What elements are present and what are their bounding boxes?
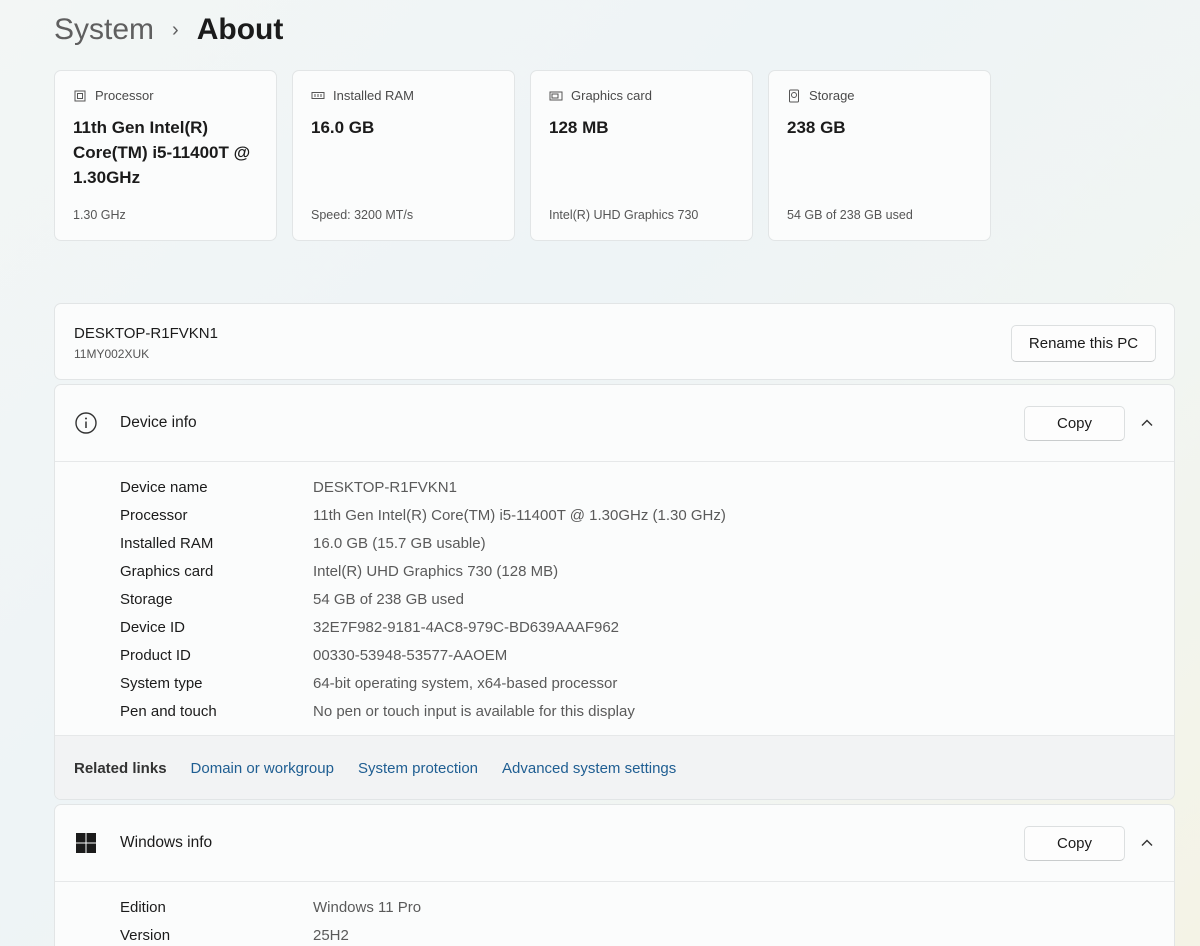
info-row: Version 25H2 bbox=[55, 921, 1174, 946]
page-title: About bbox=[196, 13, 284, 46]
card-sub: Intel(R) UHD Graphics 730 bbox=[549, 208, 699, 222]
info-value: 32E7F982-9181-4AC8-979C-BD639AAAF962 bbox=[313, 618, 620, 636]
info-value: Intel(R) UHD Graphics 730 (128 MB) bbox=[313, 562, 559, 580]
cpu-icon bbox=[74, 90, 86, 101]
device-info-rows: Device name DESKTOP-R1FVKN1 Processor 11th… bbox=[55, 462, 1174, 725]
info-row: Graphics card Intel(R) UHD Graphics 730 (… bbox=[55, 557, 1174, 585]
card-sub: 54 GB of 238 GB used bbox=[787, 208, 913, 222]
info-key: Version bbox=[120, 926, 171, 944]
card-label: Storage bbox=[809, 88, 855, 103]
advanced-system-settings-link[interactable]: Advanced system settings bbox=[502, 760, 676, 777]
info-row: Pen and touch No pen or touch input is av… bbox=[55, 697, 1174, 725]
info-key: Installed RAM bbox=[120, 534, 214, 552]
ram-icon bbox=[311, 91, 325, 99]
processor-card: Processor 11th Gen Intel(R) Core(TM) i5-… bbox=[54, 70, 277, 241]
pc-name-panel: DESKTOP-R1FVKN1 11MY002XUK Rename this P… bbox=[54, 303, 1175, 380]
copy-windows-info-button[interactable]: Copy bbox=[1024, 826, 1125, 861]
section-title: Windows info bbox=[120, 834, 213, 851]
info-key: Product ID bbox=[120, 646, 191, 664]
spec-cards: Processor 11th Gen Intel(R) Core(TM) i5-… bbox=[54, 70, 991, 241]
chevron-up-icon[interactable] bbox=[1139, 835, 1155, 851]
info-row: Device name DESKTOP-R1FVKN1 bbox=[55, 473, 1174, 501]
info-row: Product ID 00330-53948-53577-AAOEM bbox=[55, 641, 1174, 669]
card-value: 128 MB bbox=[549, 118, 609, 137]
info-key: Storage bbox=[120, 590, 173, 608]
info-value: 11th Gen Intel(R) Core(TM) i5-11400T @ 1… bbox=[313, 506, 726, 524]
info-row: Device ID 32E7F982-9181-4AC8-979C-BD639AA… bbox=[55, 613, 1174, 641]
card-label: Processor bbox=[95, 88, 154, 103]
info-key: Device name bbox=[120, 478, 208, 496]
info-key: Device ID bbox=[120, 618, 186, 636]
related-links: Related links Domain or workgroup System… bbox=[55, 735, 1174, 799]
info-key: Edition bbox=[120, 898, 166, 916]
info-value: 16.0 GB (15.7 GB usable) bbox=[313, 534, 486, 552]
windows-logo-icon bbox=[76, 833, 96, 853]
windows-info-header[interactable]: Windows info Copy bbox=[55, 805, 1174, 882]
card-label: Installed RAM bbox=[333, 88, 414, 103]
chevron-up-icon[interactable] bbox=[1139, 415, 1155, 431]
windows-info-section: Windows info Copy Edition Windows 11 Pro … bbox=[54, 804, 1175, 946]
card-sub: Speed: 3200 MT/s bbox=[311, 208, 414, 222]
info-value: 64-bit operating system, x64-based proce… bbox=[313, 674, 618, 692]
card-value: 238 GB bbox=[787, 118, 846, 137]
gpu-icon bbox=[549, 91, 563, 100]
section-title: Device info bbox=[120, 414, 197, 431]
info-value: 25H2 bbox=[313, 926, 349, 944]
info-row: Storage 54 GB of 238 GB used bbox=[55, 585, 1174, 613]
storage-card: Storage 238 GB 54 GB of 238 GB used bbox=[768, 70, 991, 241]
info-row: System type 64-bit operating system, x64-… bbox=[55, 669, 1174, 697]
info-key: Pen and touch bbox=[120, 702, 217, 720]
pc-name: DESKTOP-R1FVKN1 bbox=[74, 325, 218, 342]
graphics-card: Graphics card 128 MB Intel(R) UHD Graphi… bbox=[530, 70, 753, 241]
info-key: Processor bbox=[120, 506, 188, 524]
info-icon bbox=[75, 412, 97, 434]
info-value: Windows 11 Pro bbox=[313, 898, 422, 916]
chevron-right-icon: › bbox=[172, 18, 179, 41]
domain-workgroup-link[interactable]: Domain or workgroup bbox=[191, 760, 334, 777]
card-value: 11th Gen Intel(R) Core(TM) i5-11400T @ 1… bbox=[73, 118, 251, 187]
info-key: Graphics card bbox=[120, 562, 214, 580]
storage-icon bbox=[789, 89, 799, 102]
windows-info-rows: Edition Windows 11 Pro Version 25H2 bbox=[55, 882, 1174, 946]
breadcrumb-system[interactable]: System bbox=[54, 13, 154, 47]
device-info-header[interactable]: Device info Copy bbox=[55, 385, 1174, 462]
device-info-section: Device info Copy Device name DESKTOP-R1FV… bbox=[54, 384, 1175, 800]
card-value: 16.0 GB bbox=[311, 118, 375, 137]
breadcrumb: System › About bbox=[54, 10, 283, 50]
ram-card: Installed RAM 16.0 GB Speed: 3200 MT/s bbox=[292, 70, 515, 241]
info-value: 00330-53948-53577-AAOEM bbox=[313, 646, 508, 664]
rename-pc-button[interactable]: Rename this PC bbox=[1011, 325, 1156, 362]
card-sub: 1.30 GHz bbox=[73, 208, 126, 222]
info-key: System type bbox=[120, 674, 203, 692]
system-protection-link[interactable]: System protection bbox=[358, 760, 478, 777]
related-links-label: Related links bbox=[74, 760, 167, 777]
pc-model: 11MY002XUK bbox=[74, 347, 150, 361]
info-value: DESKTOP-R1FVKN1 bbox=[313, 478, 457, 496]
info-value: 54 GB of 238 GB used bbox=[313, 590, 464, 608]
info-value: No pen or touch input is available for t… bbox=[313, 702, 635, 720]
copy-device-info-button[interactable]: Copy bbox=[1024, 406, 1125, 441]
info-row: Edition Windows 11 Pro bbox=[55, 893, 1174, 921]
card-label: Graphics card bbox=[571, 88, 652, 103]
info-row: Installed RAM 16.0 GB (15.7 GB usable) bbox=[55, 529, 1174, 557]
info-row: Processor 11th Gen Intel(R) Core(TM) i5-1… bbox=[55, 501, 1174, 529]
